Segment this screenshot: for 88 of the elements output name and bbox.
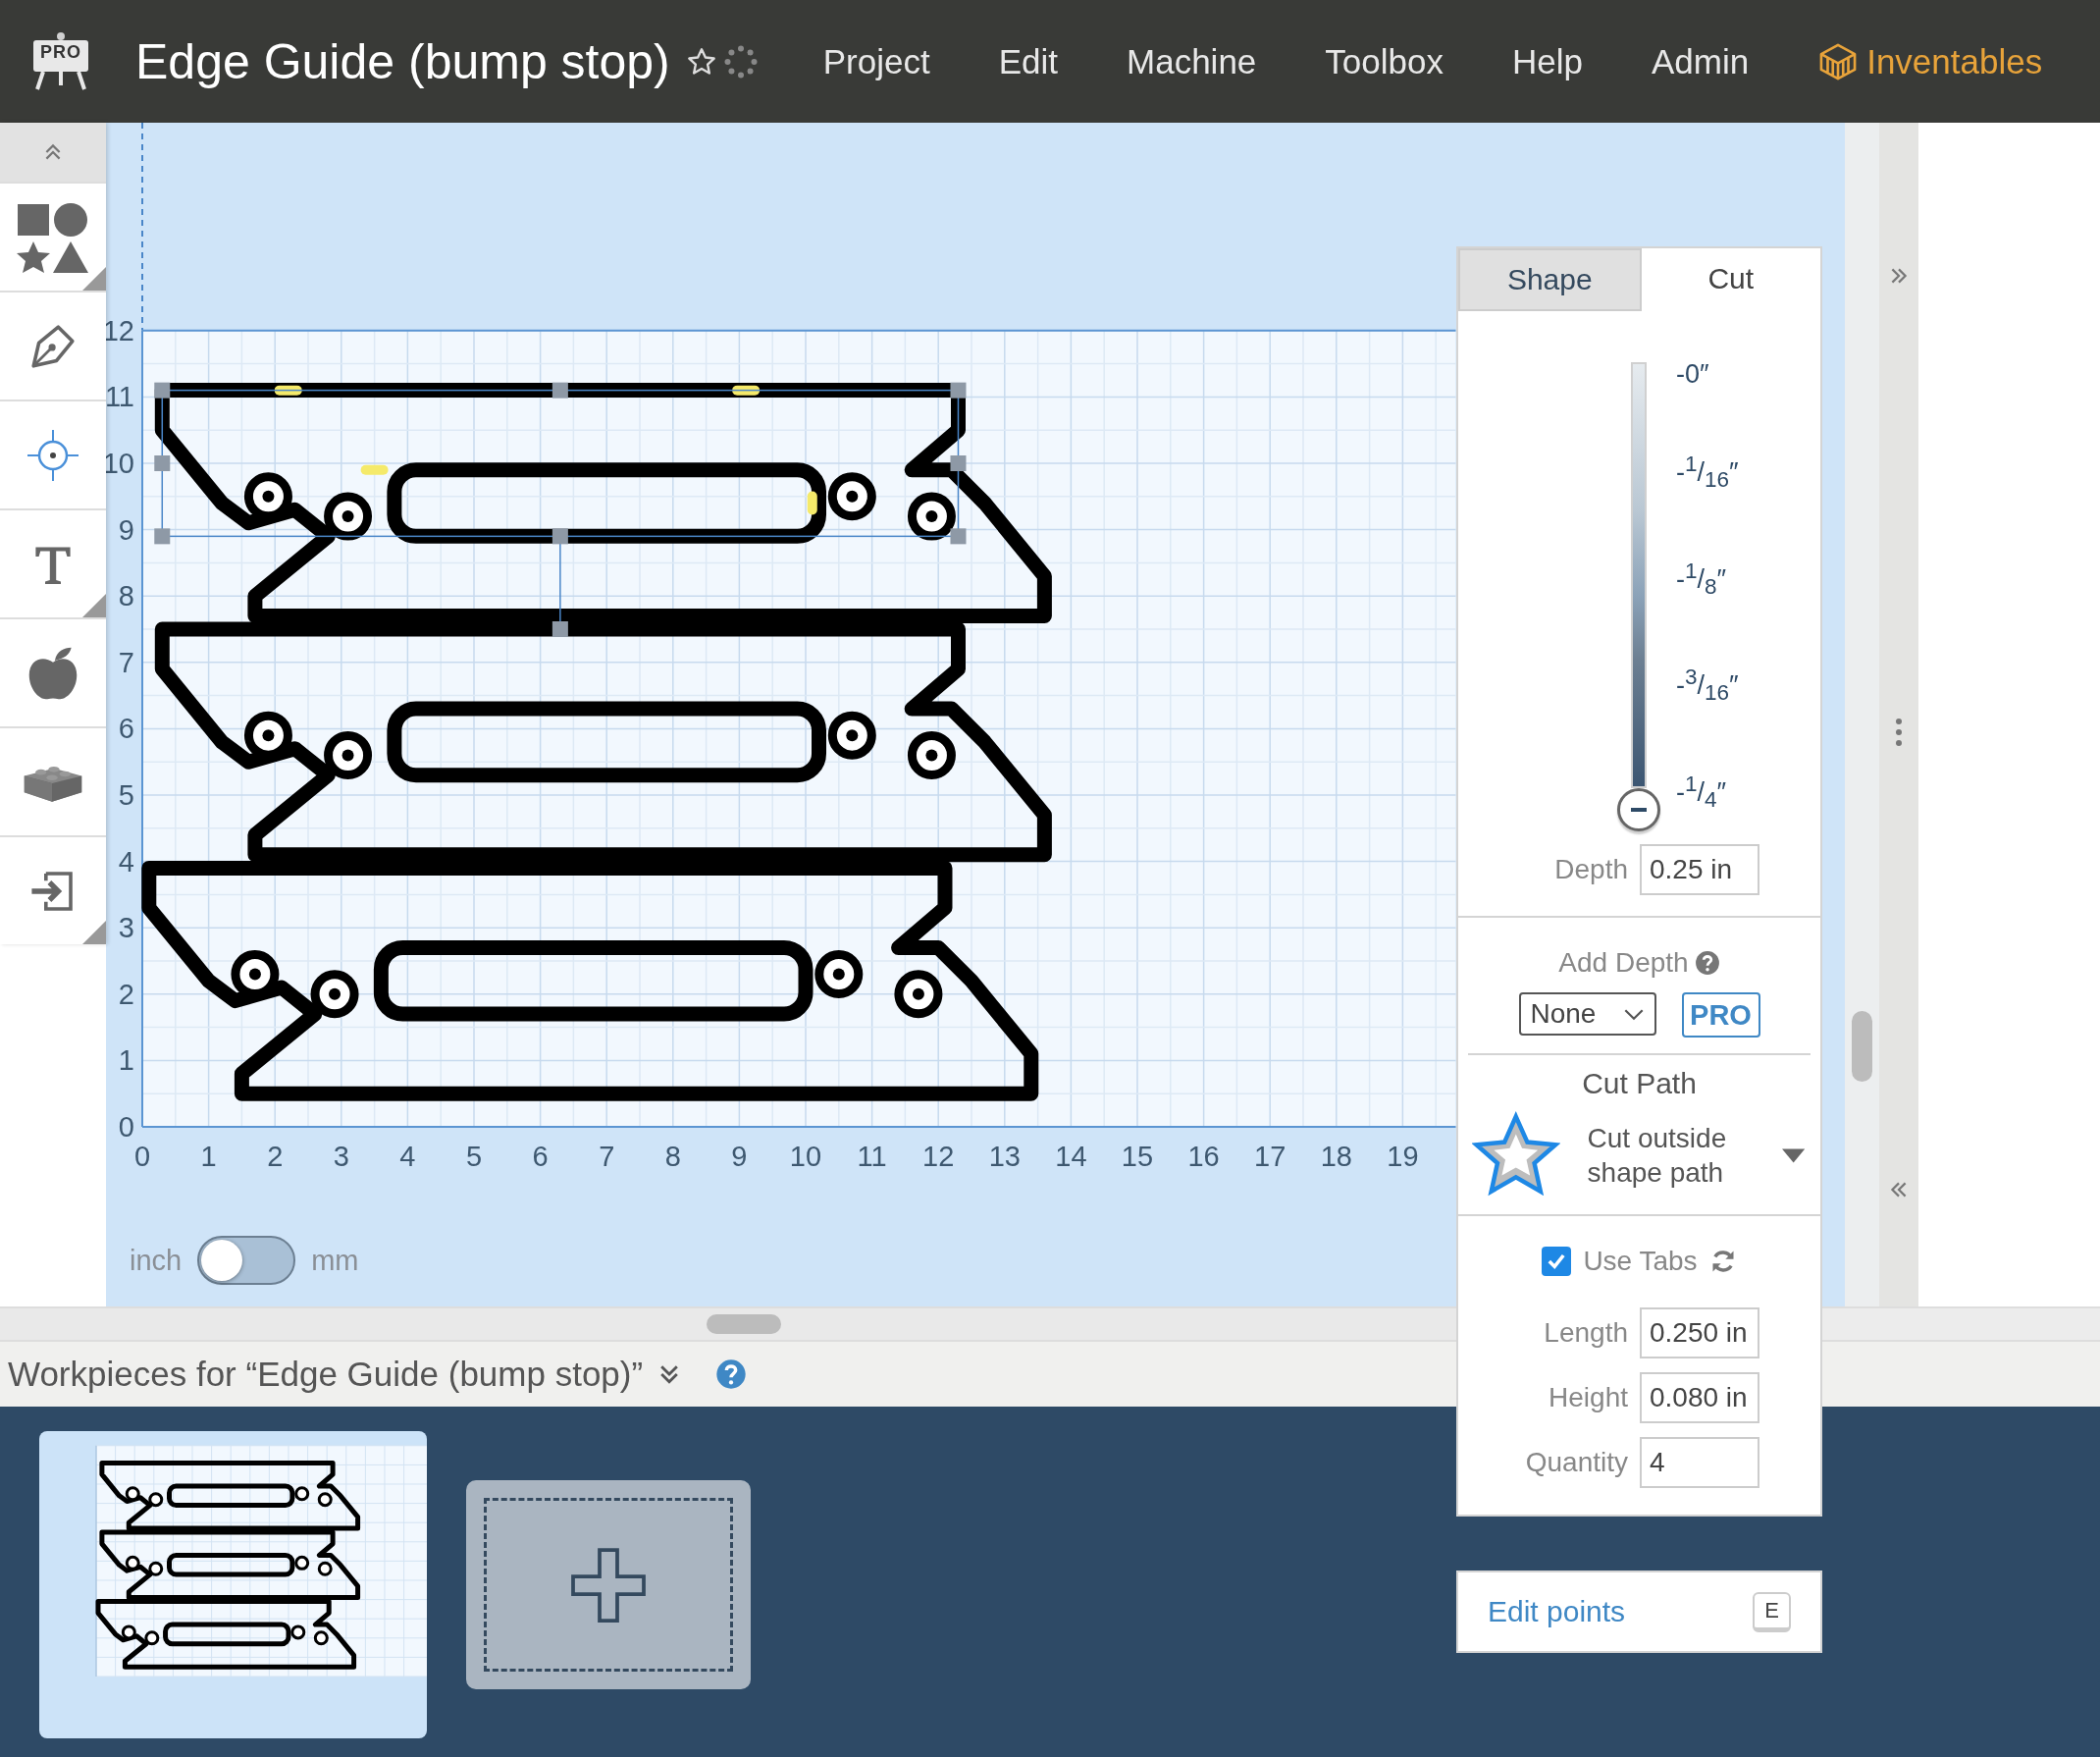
workpieces-title: Workpieces for “Edge Guide (bump stop)” <box>8 1355 644 1394</box>
vertical-dots-icon[interactable] <box>1895 718 1903 747</box>
axis-label: 3 <box>118 912 134 944</box>
import-tool[interactable] <box>0 835 106 944</box>
loading-spinner-icon <box>722 43 759 80</box>
depth-scale-label: -0″ <box>1676 358 1710 391</box>
add-depth-label: Add Depth <box>1558 947 1689 979</box>
axis-label: 10 <box>789 1141 822 1172</box>
axis-label: 3 <box>333 1141 349 1172</box>
panel-tab[interactable]: Shape <box>1458 248 1642 311</box>
star-icon[interactable] <box>685 45 717 78</box>
depth-scale-label: -$^{1}$/$_{8}$″ <box>1676 557 1728 601</box>
depth-scale-label: -$^{1}$/$_{16}$″ <box>1676 451 1739 495</box>
field-label: Quantity <box>1525 1447 1628 1478</box>
axis-label: 2 <box>267 1141 284 1172</box>
axis-label: 0 <box>118 1111 134 1143</box>
menu-item[interactable]: Machine <box>1127 41 1257 81</box>
axis-label: 9 <box>731 1141 748 1172</box>
field-label: Height <box>1549 1382 1628 1413</box>
axis-label: 1 <box>118 1044 134 1077</box>
menu-item[interactable]: Project <box>822 41 930 81</box>
unit-toggle[interactable] <box>197 1236 296 1285</box>
depth-scale-label: -$^{3}$/$_{16}$″ <box>1676 664 1739 708</box>
caret-down-icon <box>1781 1147 1805 1163</box>
slider-thumb[interactable] <box>1617 788 1660 831</box>
target-tool[interactable] <box>0 399 106 508</box>
axis-label: 4 <box>399 1141 416 1172</box>
axis-label: 19 <box>1387 1141 1419 1172</box>
cut-path-title: Cut Path <box>1582 1067 1697 1100</box>
axis-label: 6 <box>532 1141 549 1172</box>
depth-scale-label: -$^{1}$/$_{4}$″ <box>1676 770 1728 814</box>
scroll-thumb[interactable] <box>1852 1011 1872 1082</box>
axis-label: 17 <box>1254 1141 1286 1172</box>
axis-label: 13 <box>988 1141 1021 1172</box>
pro-label: PRO <box>39 41 82 63</box>
axis-label: 0 <box>133 1141 151 1172</box>
axis-label: 11 <box>857 1141 887 1172</box>
cut-path-select[interactable]: Cut outside shape path <box>1458 1100 1820 1214</box>
axis-label: 6 <box>118 713 134 745</box>
depth-field[interactable]: 0.25 in <box>1640 844 1759 895</box>
use-tabs-checkbox[interactable] <box>1542 1247 1572 1276</box>
selection-box[interactable] <box>154 382 967 637</box>
axis-label: 12 <box>922 1141 955 1172</box>
axis-label: 7 <box>118 646 134 678</box>
axis-label: 8 <box>118 580 134 612</box>
axis-label: 4 <box>118 845 134 878</box>
edit-points-link[interactable]: Edit points <box>1488 1595 1626 1628</box>
text-tool[interactable] <box>0 508 106 617</box>
keyboard-shortcut-key: E <box>1753 1591 1791 1632</box>
axis-label: 1 <box>200 1141 217 1172</box>
pro-button[interactable]: PRO <box>1681 992 1760 1038</box>
axis-label: 9 <box>118 513 134 546</box>
axis-label: 11 <box>106 381 134 413</box>
parts-tool[interactable] <box>0 726 106 835</box>
axis-label: 2 <box>118 978 134 1010</box>
axis-label: 5 <box>465 1141 483 1172</box>
field-label: Depth <box>1554 854 1628 885</box>
brand-link[interactable]: Inventables <box>1817 40 2043 82</box>
help-icon[interactable] <box>1694 950 1720 976</box>
unit-label: mm <box>311 1244 359 1277</box>
add-depth-select[interactable]: None <box>1518 992 1656 1036</box>
axis-label: 16 <box>1187 1141 1220 1172</box>
shapes-tool[interactable] <box>0 182 106 291</box>
axis-label: 8 <box>664 1141 681 1172</box>
unit-label: inch <box>130 1244 183 1277</box>
axis-label: 5 <box>118 779 134 811</box>
menu-item[interactable]: Help <box>1511 41 1583 81</box>
field-label: Length <box>1544 1317 1628 1349</box>
tab-setting-field[interactable]: 0.080 in <box>1640 1372 1759 1423</box>
scroll-thumb[interactable] <box>707 1314 781 1334</box>
tab-setting-field[interactable]: 4 <box>1640 1437 1759 1488</box>
bump-stop-parts-drawing[interactable] <box>141 383 1052 1101</box>
tab-setting-field[interactable]: 0.250 in <box>1640 1307 1759 1358</box>
axis-label: 14 <box>1055 1141 1087 1172</box>
add-workpiece-button[interactable] <box>466 1480 751 1689</box>
axis-label: 7 <box>599 1141 615 1172</box>
menu-item[interactable]: Admin <box>1651 41 1750 81</box>
workpiece-thumbnail[interactable] <box>39 1431 427 1738</box>
axis-label: 15 <box>1121 1141 1154 1172</box>
chevron-down-icon <box>1622 1007 1645 1021</box>
menu-item[interactable]: Toolbox <box>1325 41 1444 81</box>
use-tabs-label: Use Tabs <box>1583 1246 1698 1277</box>
menu-item[interactable]: Edit <box>998 41 1058 81</box>
help-icon[interactable] <box>715 1358 748 1390</box>
project-title: Edge Guide (bump stop) <box>135 32 670 90</box>
pen-tool[interactable] <box>0 291 106 399</box>
clipart-tool[interactable] <box>0 617 106 726</box>
axis-label: 18 <box>1320 1141 1352 1172</box>
